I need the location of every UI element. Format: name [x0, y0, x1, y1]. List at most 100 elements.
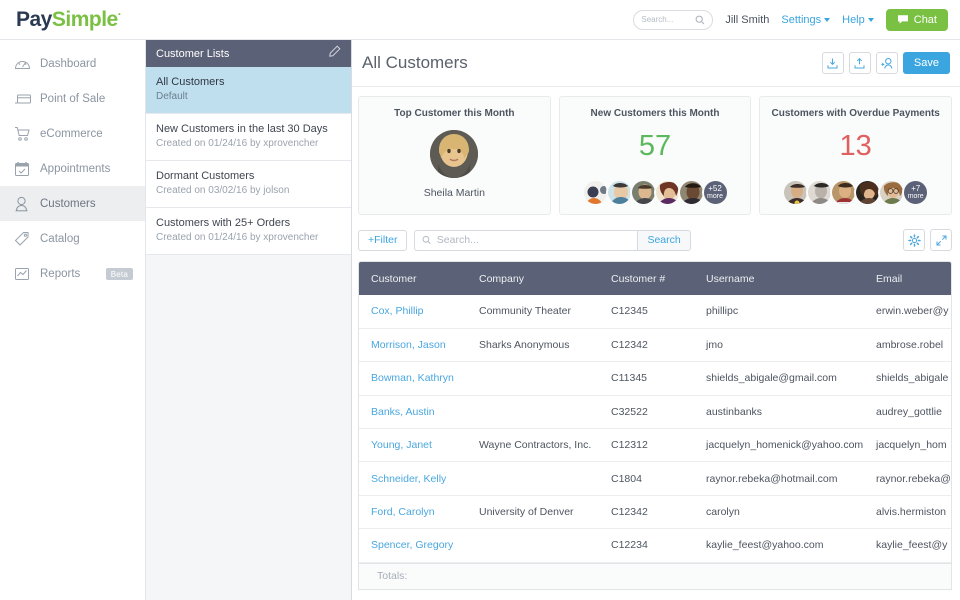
- table-settings-button[interactable]: [903, 229, 925, 251]
- help-menu-label: Help: [842, 13, 865, 26]
- more-avatars-badge[interactable]: +7 more: [902, 179, 930, 206]
- filter-button[interactable]: +Filter: [358, 229, 408, 251]
- table-search-input[interactable]: [436, 234, 631, 246]
- new-customers-card: New Customers this Month 57 +52 more: [558, 96, 752, 215]
- search-submit-button[interactable]: Search: [637, 229, 691, 251]
- table-toolbar-right: [903, 229, 952, 251]
- chevron-down-icon: [867, 17, 874, 22]
- customer-link[interactable]: Banks, Austin: [371, 406, 435, 418]
- customer-link[interactable]: Schneider, Kelly: [371, 473, 446, 485]
- column-header-company[interactable]: Company: [467, 262, 599, 295]
- upload-button[interactable]: [848, 52, 871, 74]
- column-header-customer[interactable]: Customer: [359, 262, 467, 295]
- list-item[interactable]: Dormant Customers Created on 03/02/16 by…: [146, 161, 351, 208]
- table-body: Cox, Phillip Community Theater C12345 ph…: [359, 295, 951, 563]
- list-item-subtitle: Created on 03/02/16 by jolson: [156, 185, 290, 196]
- avatar[interactable]: [806, 179, 834, 206]
- add-customer-button[interactable]: [875, 52, 898, 74]
- global-search-box[interactable]: [633, 9, 714, 30]
- card-title: Customers with Overdue Payments: [771, 108, 940, 119]
- table-row[interactable]: Morrison, Jason Sharks Anonymous C12342 …: [359, 328, 951, 363]
- summary-cards: Top Customer this Month Sheila Martin Ne…: [352, 87, 960, 215]
- table-row[interactable]: Cox, Phillip Community Theater C12345 ph…: [359, 295, 951, 329]
- sidebar-item-ecommerce[interactable]: eCommerce: [0, 116, 145, 151]
- top-navigation-bar: PaySimple· Jill Smith Settings Help Chat: [0, 0, 960, 40]
- overdue-customers-count: 13: [839, 130, 872, 162]
- cell-customer[interactable]: Cox, Phillip: [359, 295, 467, 329]
- avatar[interactable]: [430, 130, 479, 178]
- logo-text-simple: Simple: [51, 8, 118, 31]
- cell-number: C32522: [599, 395, 694, 430]
- cell-number: C11345: [599, 361, 694, 396]
- pencil-icon[interactable]: [328, 44, 341, 63]
- avatar[interactable]: [782, 179, 810, 206]
- paysimple-logo[interactable]: PaySimple·: [16, 7, 122, 32]
- sidebar-item-customers[interactable]: Customers: [0, 186, 145, 221]
- cell-number: C12312: [599, 428, 694, 463]
- cell-customer[interactable]: Young, Janet: [359, 428, 467, 463]
- customer-link[interactable]: Spencer, Gregory: [371, 539, 453, 551]
- sidebar-item-reports[interactable]: Reports Beta: [0, 256, 145, 291]
- sidebar-item-appointments[interactable]: Appointments: [0, 151, 145, 186]
- avatar[interactable]: [581, 179, 609, 206]
- column-header-username[interactable]: Username: [694, 262, 864, 295]
- chat-button[interactable]: Chat: [885, 8, 948, 31]
- list-item[interactable]: Customers with 25+ Orders Created on 01/…: [146, 208, 351, 255]
- table-row[interactable]: Spencer, Gregory C12234 kaylie_feest@yah…: [359, 528, 951, 563]
- expand-table-button[interactable]: [930, 229, 952, 251]
- list-item-title: New Customers in the last 30 Days: [156, 123, 328, 135]
- table-row[interactable]: Bowman, Kathryn C11345 shields_abigale@g…: [359, 361, 951, 396]
- customer-link[interactable]: Bowman, Kathryn: [371, 372, 454, 384]
- customer-link[interactable]: Morrison, Jason: [371, 339, 446, 351]
- global-search-input[interactable]: [641, 15, 696, 24]
- sidebar-item-dashboard[interactable]: Dashboard: [0, 46, 145, 81]
- cell-email: raynor.rebeka@: [864, 461, 951, 496]
- customer-link[interactable]: Cox, Phillip: [371, 305, 424, 317]
- current-user-name: Jill Smith: [725, 13, 770, 26]
- cell-number: C12345: [599, 295, 694, 329]
- list-item-subtitle: Created on 01/24/16 by xprovencher: [156, 232, 319, 243]
- cell-customer[interactable]: Morrison, Jason: [359, 328, 467, 363]
- chat-bubble-icon: [897, 15, 908, 24]
- list-item[interactable]: New Customers in the last 30 Days Create…: [146, 114, 351, 161]
- cell-customer[interactable]: Spencer, Gregory: [359, 528, 467, 563]
- settings-menu[interactable]: Settings: [781, 14, 831, 26]
- avatar[interactable]: [677, 179, 705, 206]
- table-header: Customer Company Customer # Username Ema…: [359, 262, 951, 295]
- avatar[interactable]: [653, 179, 681, 206]
- table-row[interactable]: Ford, Carolyn University of Denver C1234…: [359, 495, 951, 530]
- table-row[interactable]: Young, Janet Wayne Contractors, Inc. C12…: [359, 428, 951, 463]
- more-avatars-badge[interactable]: +52 more: [701, 179, 729, 206]
- sidebar-item-label: Reports: [40, 267, 81, 280]
- save-button[interactable]: Save: [902, 52, 950, 74]
- cell-email: jacquelyn_hom: [864, 428, 951, 463]
- customer-link[interactable]: Ford, Carolyn: [371, 506, 435, 518]
- download-button[interactable]: [821, 52, 844, 74]
- avatar[interactable]: [605, 179, 633, 206]
- avatar[interactable]: [878, 179, 906, 206]
- cell-username: raynor.rebeka@hotmail.com: [694, 461, 864, 496]
- cell-customer[interactable]: Ford, Carolyn: [359, 495, 467, 530]
- sidebar-item-catalog[interactable]: Catalog: [0, 221, 145, 256]
- avatar[interactable]: [854, 179, 882, 206]
- customer-link[interactable]: Young, Janet: [371, 439, 432, 451]
- table-search-group: Search: [414, 229, 691, 251]
- table-row[interactable]: Banks, Austin C32522 austinbanks audrey_…: [359, 395, 951, 430]
- help-menu[interactable]: Help: [842, 14, 874, 26]
- table-search-field[interactable]: [414, 229, 638, 251]
- avatar[interactable]: [629, 179, 657, 206]
- list-item[interactable]: All Customers Default: [146, 67, 351, 114]
- table-row[interactable]: Schneider, Kelly C1804 raynor.rebeka@hot…: [359, 461, 951, 496]
- cell-customer[interactable]: Schneider, Kelly: [359, 461, 467, 496]
- page-header-actions: Save: [821, 52, 950, 74]
- cell-customer[interactable]: Banks, Austin: [359, 395, 467, 430]
- new-customer-avatars: +52 more: [581, 179, 729, 206]
- cell-customer[interactable]: Bowman, Kathryn: [359, 361, 467, 396]
- cell-email: kaylie_feest@y: [864, 528, 951, 563]
- tag-icon: [14, 231, 40, 247]
- column-header-email[interactable]: Email: [864, 262, 951, 295]
- avatar[interactable]: [830, 179, 858, 206]
- list-item-subtitle: Created on 01/24/16 by xprovencher: [156, 138, 319, 149]
- sidebar-item-point-of-sale[interactable]: Point of Sale: [0, 81, 145, 116]
- column-header-customer-number[interactable]: Customer #: [599, 262, 694, 295]
